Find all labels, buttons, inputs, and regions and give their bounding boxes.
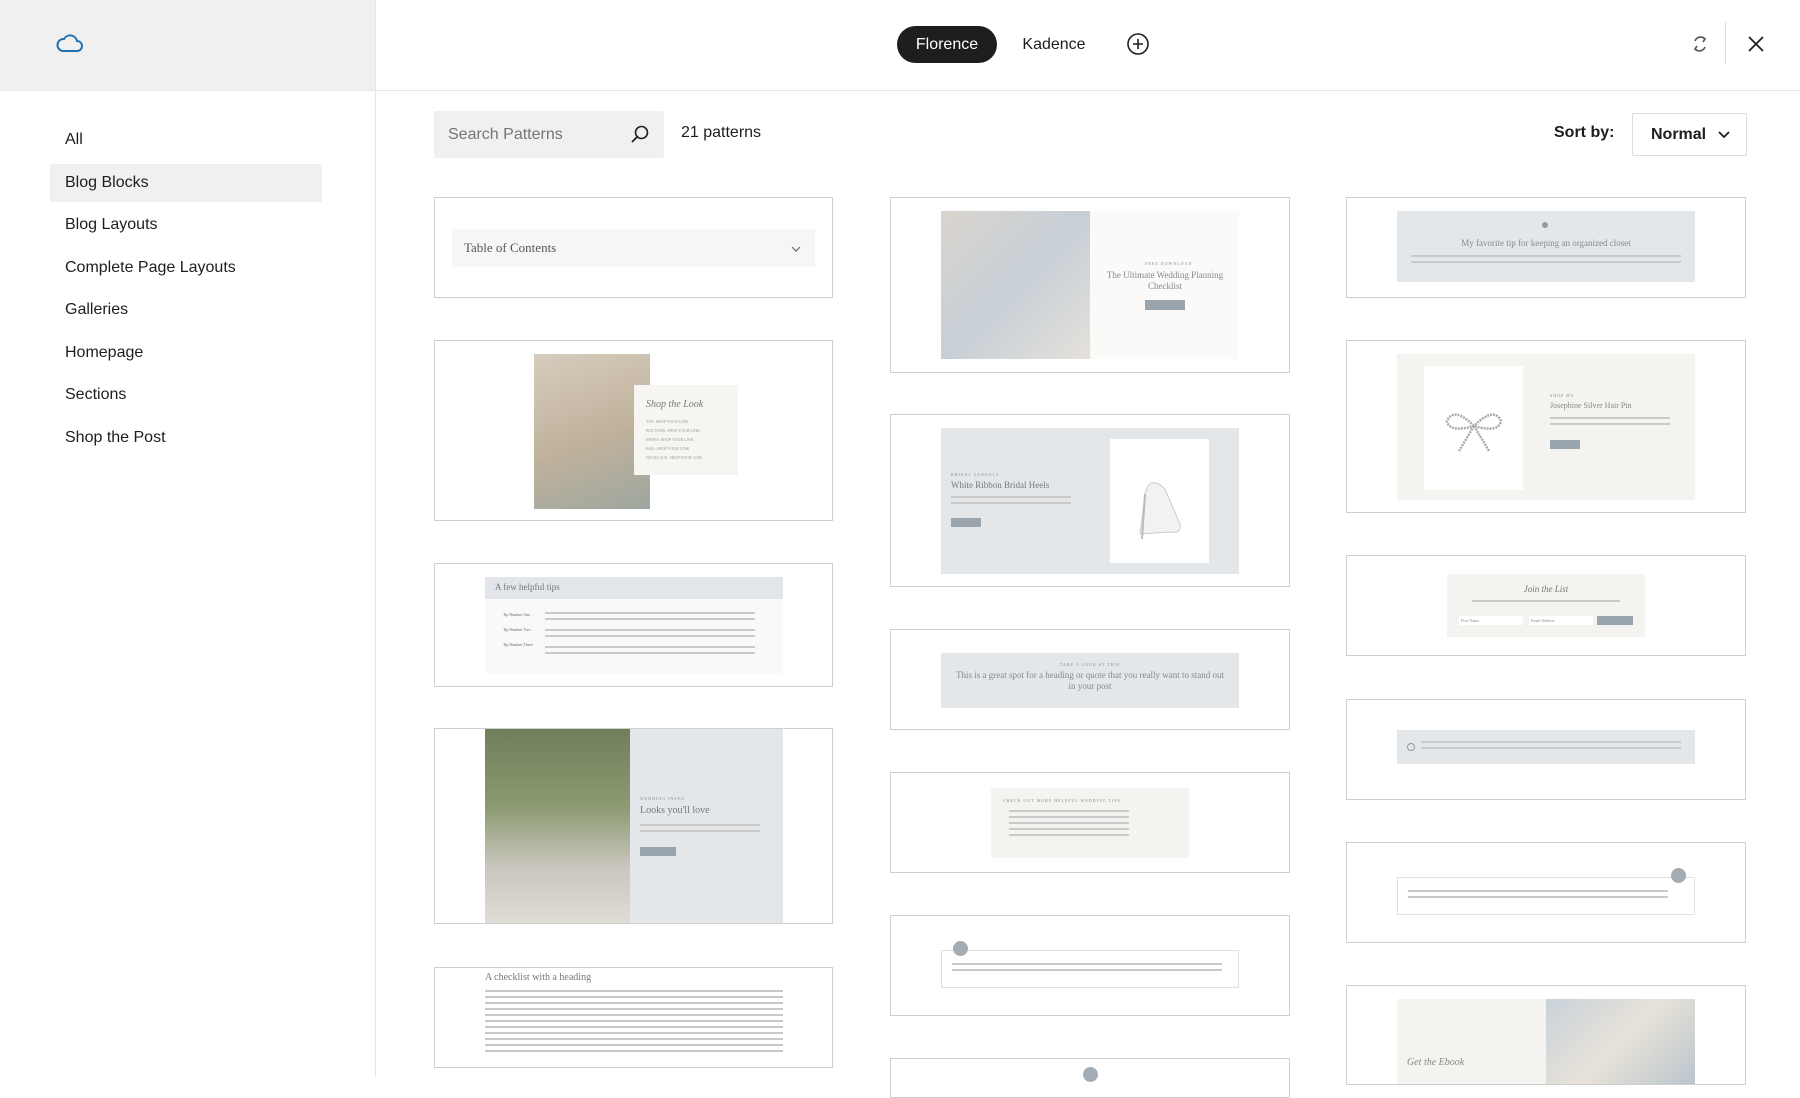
pattern-preview: Shop the Look TOP: SHOP YOUR LINK BOTTOMS… [634,385,738,475]
category-complete-page-layouts[interactable]: Complete Page Layouts [50,249,322,287]
info-icon [1407,743,1415,751]
pattern-preview: CHECK OUT MORE HELPFUL WEDDING TIPS [991,788,1189,858]
preview-image [1546,999,1695,1084]
pattern-card[interactable]: TAKE A LOOK AT THIS This is a great spot… [890,629,1290,730]
pattern-card[interactable]: Shop the Look TOP: SHOP YOUR LINK BOTTOMS… [434,340,833,521]
search-box [434,111,664,158]
preview-button [1597,616,1633,625]
category-shop-the-post[interactable]: Shop the Post [50,419,322,457]
pattern-preview: Join the List First Name Email Address [1447,574,1645,637]
shoe-icon [1139,482,1181,540]
pattern-card[interactable]: A few helpful tips Tip Number One Tip Num… [434,563,833,687]
preview-text: CHECK OUT MORE HELPFUL WEDDING TIPS [1003,798,1121,803]
pattern-count: 21 patterns [681,124,762,141]
preview-image [941,211,1090,359]
preview-image [485,729,630,923]
pattern-card[interactable]: Get the Ebook [1346,985,1746,1085]
category-sections[interactable]: Sections [50,376,322,414]
preview-image [1424,366,1523,490]
pattern-preview [1397,877,1695,915]
preview-text: Shop the Look [646,399,704,410]
preview-button [951,518,981,527]
pattern-card[interactable] [1346,699,1746,800]
star-icon [1671,868,1686,883]
pattern-preview [1397,730,1695,764]
category-homepage[interactable]: Homepage [50,334,322,372]
pattern-card[interactable] [890,1058,1290,1098]
preview-text: Tip Number One Tip Number Two Tip Number T… [503,612,533,647]
pattern-card[interactable]: WEDDING INSPO Looks you'll love [434,728,833,924]
preview-text: BRIDAL SANDALS [951,472,1000,477]
hairpin-icon [1445,413,1503,452]
pattern-card[interactable]: A checklist with a heading [434,967,833,1068]
preview-text: A few helpful tips [495,582,560,592]
preview-button [1145,300,1185,310]
pattern-card[interactable]: SHOP MY Josephine Silver Hair Pin [1346,340,1746,513]
pattern-preview: TAKE A LOOK AT THIS This is a great spot… [941,653,1239,708]
preview-text: Get the Ebook [1407,1057,1465,1068]
pattern-preview: Get the Ebook [1397,999,1546,1084]
preview-text: First Name [1459,616,1523,625]
pattern-preview [941,950,1239,988]
preview-text: White Ribbon Bridal Heels [951,480,1050,490]
preview-text: WEDDING INSPO [640,796,685,801]
preview-image [534,354,650,509]
search-input[interactable] [434,111,624,158]
pattern-card[interactable]: CHECK OUT MORE HELPFUL WEDDING TIPS [890,772,1290,873]
preview-text: This is a great spot for a heading or qu… [956,670,1224,691]
pattern-card[interactable] [1346,842,1746,943]
preview-text: FREE DOWNLOAD [1145,261,1193,266]
chevron-down-icon [791,246,801,252]
preview-text: Email Address [1529,616,1593,625]
sidebar-header [0,0,375,91]
star-icon [1083,1067,1098,1082]
search-icon[interactable] [629,123,651,145]
star-icon [953,941,968,956]
pattern-card[interactable]: BRIDAL SANDALS White Ribbon Bridal Heels [890,414,1290,587]
library-header: Florence Kadence [376,0,1800,91]
preview-text: TOP: SHOP YOUR LINK BOTTOMS: SHOP YOUR LI… [646,419,703,460]
preview-text: Table of Contents [464,240,557,255]
preview-text: My favorite tip for keeping an organized… [1461,238,1631,248]
pattern-preview: A few helpful tips Tip Number One Tip Num… [485,577,783,673]
preview-button [1550,440,1580,449]
pattern-card[interactable]: Join the List First Name Email Address [1346,555,1746,656]
pattern-preview: My favorite tip for keeping an organized… [1397,211,1695,282]
preview-text: SHOP MY [1550,393,1575,398]
category-galleries[interactable]: Galleries [50,291,322,329]
category-blog-blocks[interactable]: Blog Blocks [50,164,322,202]
add-library-icon[interactable] [1125,31,1151,57]
pattern-preview: SHOP MY Josephine Silver Hair Pin [1397,354,1695,500]
tab-florence[interactable]: Florence [897,26,997,63]
pin-icon [1542,222,1548,228]
category-all[interactable]: All [50,121,322,159]
preview-text: Join the List [1523,584,1569,594]
pattern-preview: FREE DOWNLOAD The Ultimate Wedding Plann… [1090,211,1239,359]
category-blog-layouts[interactable]: Blog Layouts [50,206,322,244]
preview-text: Looks you'll love [640,805,710,816]
sort-label: Sort by: [1554,124,1615,141]
pattern-card[interactable] [890,915,1290,1016]
pattern-preview: Table of Contents [452,229,815,267]
header-divider [1725,22,1726,65]
sort-value: Normal [1651,126,1707,143]
preview-text: TAKE A LOOK AT THIS [1059,662,1121,667]
category-sidebar: All Blog Blocks Blog Layouts Complete Pa… [0,0,376,1077]
sync-icon[interactable] [1686,30,1714,58]
chevron-down-icon [1718,131,1730,139]
tab-kadence[interactable]: Kadence [1006,26,1102,63]
pattern-preview: WEDDING INSPO Looks you'll love [630,729,783,923]
preview-text: The Ultimate Wedding Planning Checklist [1106,270,1224,291]
sort-select[interactable]: Normal [1632,113,1747,156]
preview-text: Josephine Silver Hair Pin [1550,401,1632,410]
close-icon[interactable] [1742,30,1770,58]
preview-button [640,847,676,856]
cloud-icon[interactable] [56,32,84,54]
pattern-preview: BRIDAL SANDALS White Ribbon Bridal Heels [941,428,1239,574]
pattern-card[interactable]: Table of Contents [434,197,833,298]
preview-image [1110,439,1209,563]
pattern-card[interactable]: My favorite tip for keeping an organized… [1346,197,1746,298]
preview-text: A checklist with a heading [485,972,592,983]
pattern-card[interactable]: FREE DOWNLOAD The Ultimate Wedding Plann… [890,197,1290,373]
